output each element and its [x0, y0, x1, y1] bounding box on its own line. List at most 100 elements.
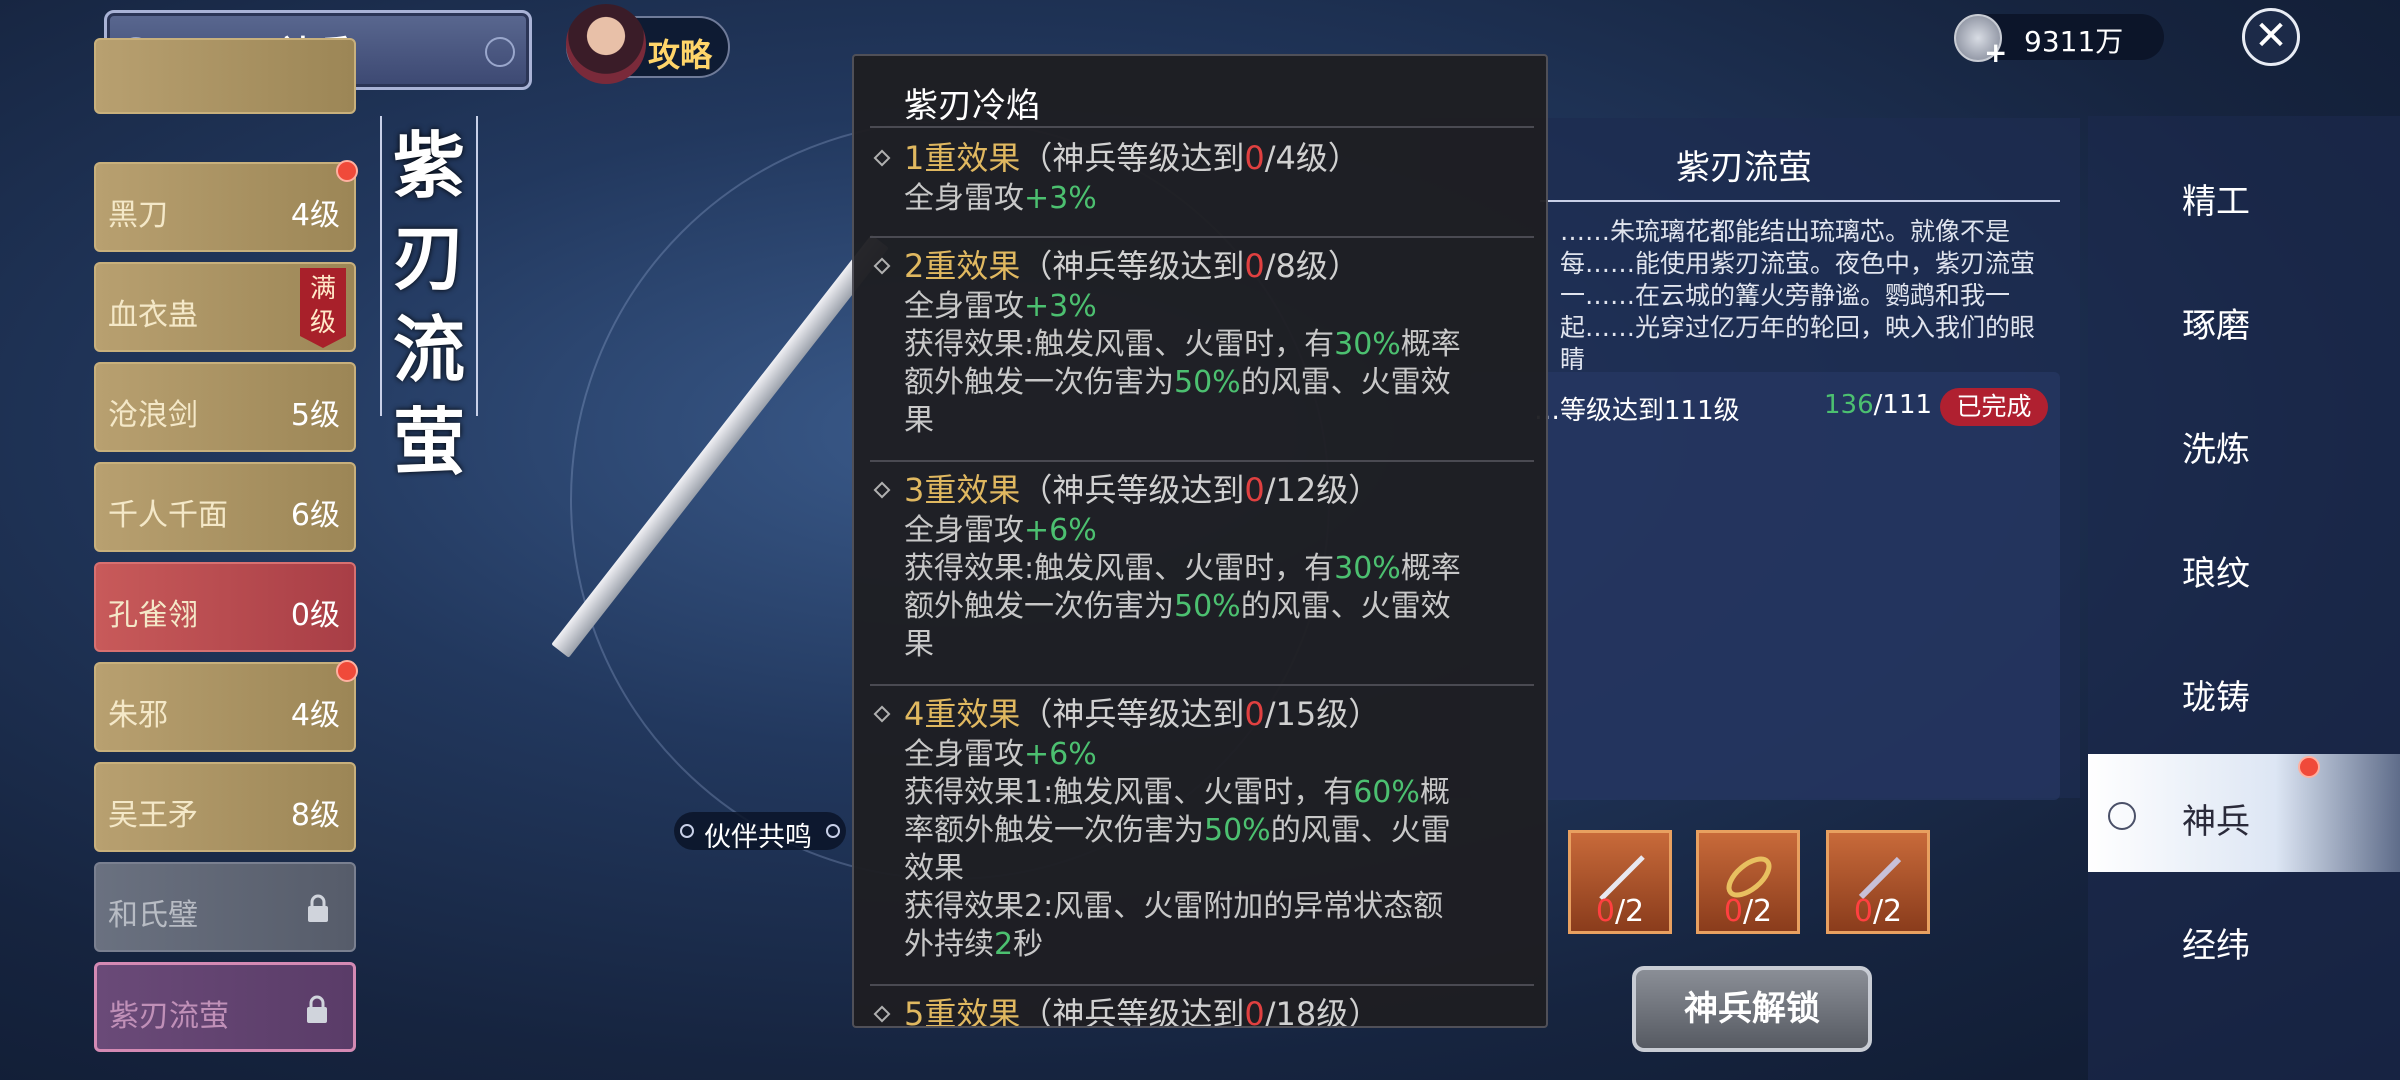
effect-line: 获得效果:触发风雷、火雷时，有30%概率 [904, 327, 1461, 362]
divider [870, 984, 1534, 986]
nav-item[interactable]: 珑铸 [2088, 630, 2400, 748]
weapon-list-item[interactable]: 沧浪剑 5级 [94, 362, 356, 452]
nav-item[interactable]: 琅纹 [2088, 506, 2400, 624]
diamond-icon [873, 1005, 891, 1023]
effect-tier-header: 3重效果（神兵等级达到0/12级） [870, 468, 1534, 512]
partner-resonance-button[interactable]: 伙伴共鸣 [674, 812, 846, 853]
divider [476, 116, 478, 416]
divider [380, 116, 382, 416]
effect-line: 额外触发一次伤害为50%的风雷、火雷效 [904, 365, 1451, 400]
weapon-level: 8级 [290, 798, 340, 833]
nav-item[interactable]: 琢磨 [2088, 258, 2400, 376]
material-count: 0/2 [1595, 894, 1645, 929]
nav-item[interactable]: 神兵 [2088, 754, 2400, 872]
nav-item[interactable]: 经纬 [2088, 878, 2400, 996]
weapon-name: 紫刃流萤 [109, 999, 229, 1034]
condition-progress: 136/111 [1824, 390, 1933, 420]
weapon-level: 6级 [290, 498, 340, 533]
effect-tier: 2重效果（神兵等级达到0/8级） 全身雷攻+3% 获得效果:触发风雷、火雷时，有30… [870, 244, 1534, 440]
weapon-name: 和氏璧 [108, 898, 198, 933]
material-slot[interactable]: 0/2 [1826, 830, 1930, 934]
material-slot[interactable]: 0/2 [1696, 830, 1800, 934]
completed-badge: 已完成 [1940, 388, 2048, 426]
nav-label: 珑铸 [2182, 678, 2250, 718]
effect-line: 获得效果1:触发风雷、火雷时，有60%概 [904, 775, 1450, 810]
notification-dot [336, 160, 358, 182]
effect-line: 全身雷攻+3% [904, 181, 1097, 216]
effect-tier-header: 2重效果（神兵等级达到0/8级） [870, 244, 1534, 288]
effect-line: 额外触发一次伤害为50%的风雷、火雷效 [904, 589, 1451, 624]
notification-dot [336, 660, 358, 682]
guide-avatar[interactable] [566, 4, 646, 84]
effect-tier-header: 4重效果（神兵等级达到0/15级） [870, 692, 1534, 736]
weapon-name: 孔雀翎 [108, 598, 198, 633]
material-slot[interactable]: 0/2 [1568, 830, 1672, 934]
diamond-icon [873, 481, 891, 499]
info-title: 紫刃流萤 [1676, 148, 1812, 188]
weapon-level: 0级 [290, 598, 340, 633]
weapon-list-item[interactable]: 血衣蛊 满级 [94, 262, 356, 352]
effect-line: 全身雷攻+3% [904, 289, 1097, 324]
weapon-list-item[interactable]: 紫刃流萤 [94, 962, 356, 1052]
guide-label: 攻略 [648, 36, 713, 74]
effect-line: 率额外触发一次伤害为50%的风雷、火雷 [904, 813, 1451, 848]
max-level-badge: 满级 [300, 268, 346, 348]
divider [870, 236, 1534, 238]
weapon-list-item[interactable] [94, 38, 356, 114]
weapon-list-item[interactable]: 黑刀 4级 [94, 160, 358, 252]
effect-line: 获得效果:触发风雷、火雷时，有30%概率 [904, 551, 1461, 586]
effect-tier: 4重效果（神兵等级达到0/15级） 全身雷攻+6% 获得效果1:触发风雷、火雷时，有… [870, 692, 1534, 964]
divider [870, 126, 1534, 128]
weapon-list-item[interactable]: 朱邪 4级 [94, 660, 358, 752]
ornament-icon [826, 824, 840, 838]
weapon-level: 4级 [290, 198, 340, 233]
condition-text: …等级达到111级 [1534, 396, 1740, 426]
effect-line: 效果 [904, 851, 964, 886]
effect-tier: 3重效果（神兵等级达到0/12级） 全身雷攻+6% 获得效果:触发风雷、火雷时，有3… [870, 468, 1534, 664]
weapon-name: 黑刀 [108, 198, 168, 233]
condition-panel [1470, 372, 2060, 800]
weapon-name: 血衣蛊 [108, 298, 198, 333]
material-count: 0/2 [1723, 894, 1773, 929]
weapon-name: 千人千面 [108, 498, 228, 533]
nav-item[interactable]: 精工 [2088, 134, 2400, 252]
lock-icon [307, 995, 327, 1023]
diamond-icon [873, 705, 891, 723]
weapon-list-item[interactable]: 千人千面 6级 [94, 462, 356, 552]
weapon-name-vertical: 紫刃流萤 [392, 123, 465, 484]
notification-dot [2298, 756, 2320, 778]
close-button[interactable]: ✕ [2242, 8, 2300, 66]
effect-line: 外持续2秒 [904, 927, 1044, 962]
nav-item[interactable]: 洗炼 [2088, 382, 2400, 500]
nav-label: 洗炼 [2182, 430, 2250, 470]
nav-label: 经纬 [2182, 926, 2250, 966]
add-icon[interactable]: + [1984, 36, 2007, 69]
effect-line: 全身雷攻+6% [904, 513, 1097, 548]
effect-tier: 5重效果（神兵等级达到0/18级） [870, 992, 1534, 1026]
nav-label: 琅纹 [2182, 554, 2250, 594]
divider [1540, 200, 2060, 202]
unlock-button[interactable]: 神兵解锁 [1632, 966, 1872, 1052]
effect-line: 果 [904, 627, 934, 662]
divider [870, 460, 1534, 462]
tooltip-title: 紫刃冷焰 [904, 86, 1040, 126]
info-description: ……朱琉璃花都能结出琉璃芯。就像不是每……能使用紫刃流萤。夜色中，紫刃流萤一……… [1560, 217, 2036, 374]
weapon-level: 5级 [290, 398, 340, 433]
weapon-list-item[interactable]: 吴王矛 8级 [94, 762, 356, 852]
effect-tier-header: 5重效果（神兵等级达到0/18级） [870, 992, 1534, 1026]
weapon-name: 朱邪 [108, 698, 168, 733]
ornament-icon [485, 37, 515, 67]
nav-label: 精工 [2182, 182, 2250, 222]
effect-line: 果 [904, 403, 934, 438]
weapon-list-item[interactable]: 和氏璧 [94, 862, 356, 952]
divider [870, 684, 1534, 686]
diamond-icon [873, 257, 891, 275]
weapon-level: 4级 [290, 698, 340, 733]
weapon-name: 沧浪剑 [108, 398, 198, 433]
partner-resonance-label: 伙伴共鸣 [704, 822, 812, 853]
currency-value: 9311万 [2024, 25, 2124, 58]
effect-line: 获得效果2:风雷、火雷附加的异常状态额 [904, 889, 1444, 924]
effect-tier-header: 1重效果（神兵等级达到0/4级） [870, 136, 1534, 180]
lock-icon [308, 894, 328, 922]
weapon-list-item[interactable]: 孔雀翎 0级 [94, 562, 356, 652]
